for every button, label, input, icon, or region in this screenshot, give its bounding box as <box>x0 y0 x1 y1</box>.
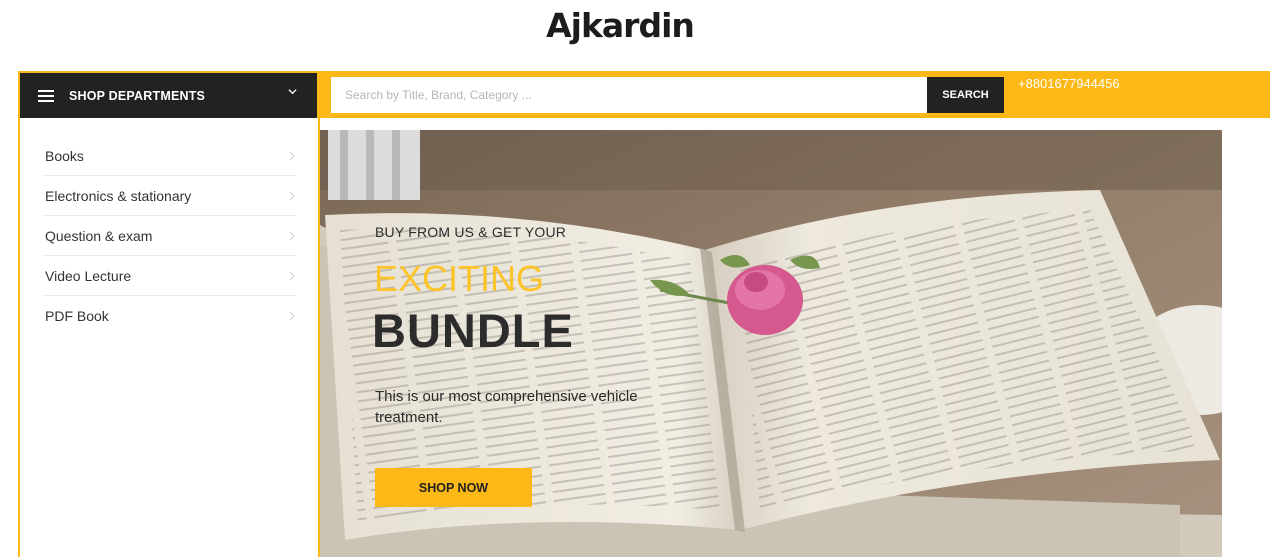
sidebar-item-label: PDF Book <box>45 308 109 324</box>
search-input[interactable] <box>331 77 927 113</box>
sidebar-item-video-lecture[interactable]: Video Lecture <box>42 256 296 296</box>
site-title[interactable]: Ajkardin <box>0 6 1240 45</box>
search-button[interactable]: SEARCH <box>927 77 1004 113</box>
sidebar-item-question-exam[interactable]: Question & exam <box>42 216 296 256</box>
shop-now-button[interactable]: SHOP NOW <box>375 468 532 507</box>
phone-number: +8801677944456 <box>1018 76 1120 91</box>
chevron-right-icon <box>289 151 295 160</box>
sidebar-item-label: Books <box>45 147 84 164</box>
chevron-right-icon <box>289 311 295 321</box>
hero-description: This is our most comprehensive vehicle t… <box>375 388 638 426</box>
sidebar-item-pdf-book[interactable]: PDF Book <box>42 296 296 336</box>
sidebar-item-label: Electronics & stationary <box>45 187 192 204</box>
sidebar-item-label: Question & exam <box>45 227 153 244</box>
chevron-right-icon <box>289 231 295 240</box>
hero-title: BUNDLE <box>372 304 574 357</box>
departments-label: SHOP DEPARTMENTS <box>69 88 206 103</box>
chevron-right-icon <box>289 271 295 280</box>
hero-eyebrow: BUY FROM US & GET YOUR <box>375 224 567 240</box>
sidebar-item-electronics[interactable]: Electronics & stationary <box>42 176 296 216</box>
chevron-down-icon <box>288 89 297 95</box>
category-sidebar: Books Electronics & stationary Question … <box>18 118 320 557</box>
hamburger-menu-icon <box>38 89 54 102</box>
search-bar: SEARCH <box>331 77 1004 113</box>
sidebar-item-label: Video Lecture <box>45 267 132 284</box>
shop-departments-toggle[interactable]: SHOP DEPARTMENTS <box>20 73 317 118</box>
sidebar-item-books[interactable]: Books <box>42 136 296 176</box>
hero-highlight: EXCITING <box>374 258 545 299</box>
hero-banner: BUY FROM US & GET YOUR EXCITING BUNDLE T… <box>320 130 1222 557</box>
chevron-right-icon <box>289 191 295 200</box>
